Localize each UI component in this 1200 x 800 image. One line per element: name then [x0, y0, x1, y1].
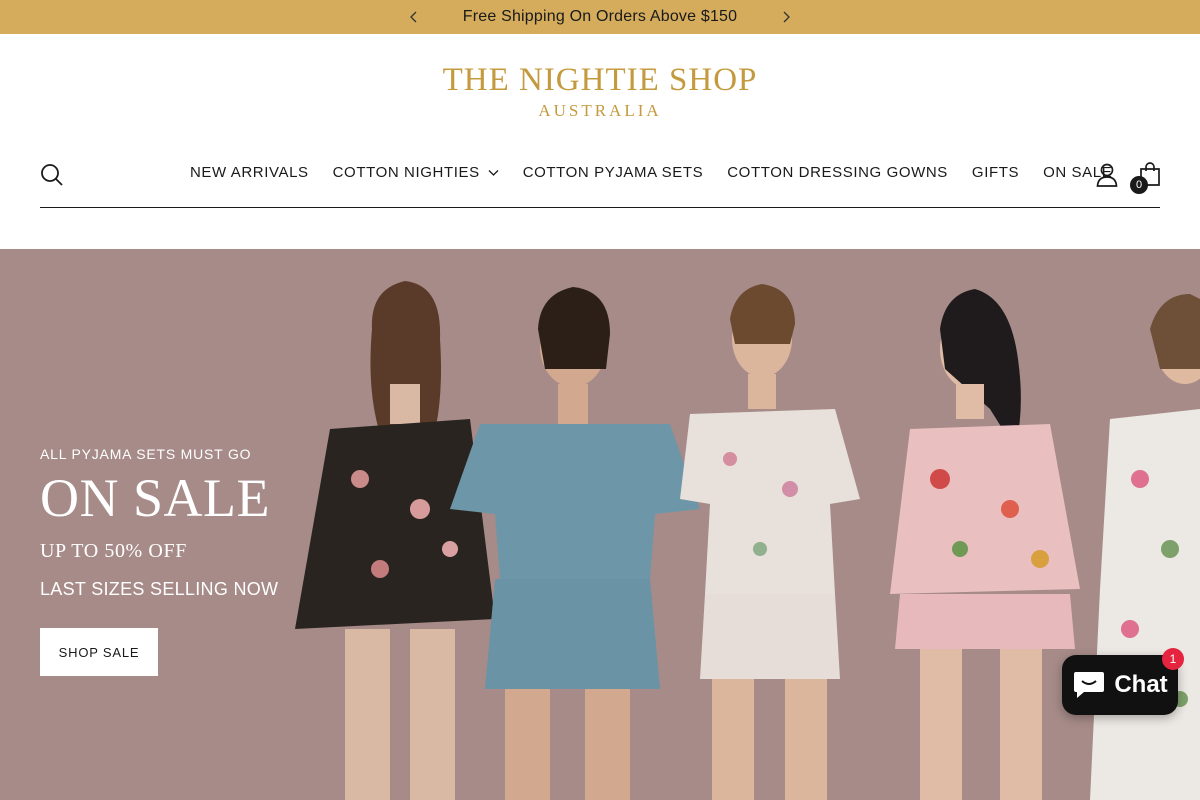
announcement-text: Free Shipping On Orders Above $150: [462, 8, 738, 25]
search-button[interactable]: [40, 163, 64, 187]
nav-item-label: COTTON NIGHTIES: [332, 164, 480, 181]
nav-links: NEW ARRIVALS COTTON NIGHTIES COTTON PYJA…: [190, 164, 1136, 181]
site-logo[interactable]: THE NIGHTIE SHOP AUSTRALIA: [440, 62, 760, 124]
chat-bubble-icon: [1074, 672, 1105, 698]
announcement-next-button[interactable]: [777, 8, 795, 26]
model-figure: [680, 284, 860, 800]
cart-count-badge: 0: [1130, 176, 1148, 194]
chat-label: Chat: [1114, 671, 1168, 698]
announcement-prev-button[interactable]: [405, 8, 423, 26]
logo-line-2: AUSTRALIA: [538, 101, 662, 120]
hero-banner[interactable]: ALL PYJAMA SETS MUST GO ON SALE UP TO 50…: [0, 249, 1200, 800]
nav-item-label: COTTON DRESSING GOWNS: [727, 164, 948, 181]
account-button[interactable]: [1096, 163, 1118, 187]
nav-item-new-arrivals[interactable]: NEW ARRIVALS: [190, 164, 309, 181]
chevron-down-icon: [488, 170, 499, 176]
nav-item-label: NEW ARRIVALS: [190, 164, 309, 181]
announcement-bar: Free Shipping On Orders Above $150: [0, 0, 1200, 34]
nav-item-label: GIFTS: [971, 164, 1020, 181]
model-figure: [890, 289, 1080, 800]
nav-item-cotton-pyjama-sets[interactable]: COTTON PYJAMA SETS: [523, 164, 704, 181]
shop-sale-button[interactable]: SHOP SALE: [40, 628, 158, 676]
model-figure: [1090, 294, 1200, 800]
model-figure: [295, 281, 495, 800]
model-figure: [450, 287, 700, 800]
hero-eyebrow: ALL PYJAMA SETS MUST GO: [40, 446, 252, 462]
account-icon: [1096, 163, 1118, 187]
nav-item-label: COTTON PYJAMA SETS: [522, 164, 704, 181]
hero-headline: ON SALE: [40, 468, 270, 528]
chat-button[interactable]: Chat: [1062, 655, 1178, 715]
chevron-left-icon: [410, 11, 417, 23]
nav-item-gifts[interactable]: GIFTS: [972, 164, 1019, 181]
logo-line-1: THE NIGHTIE SHOP: [442, 62, 758, 98]
main-navigation: NEW ARRIVALS COTTON NIGHTIES COTTON PYJA…: [40, 150, 1160, 208]
hero-subtext: LAST SIZES SELLING NOW: [40, 579, 279, 599]
search-icon: [41, 164, 63, 186]
hero-subheading: UP TO 50% OFF: [40, 540, 187, 562]
nav-item-cotton-dressing-gowns[interactable]: COTTON DRESSING GOWNS: [727, 164, 948, 181]
nav-item-cotton-nighties[interactable]: COTTON NIGHTIES: [333, 164, 499, 181]
chat-notification-badge: 1: [1162, 648, 1184, 670]
chevron-right-icon: [783, 11, 790, 23]
